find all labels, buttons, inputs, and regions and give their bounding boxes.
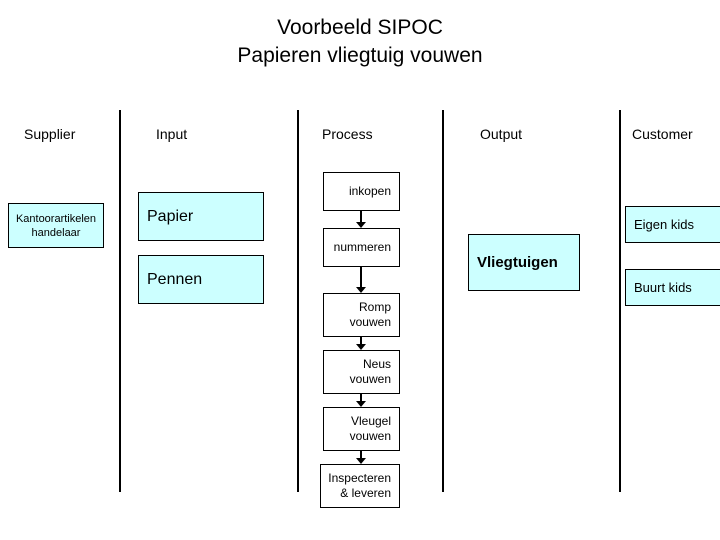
process-step-5[interactable]: Vleugel vouwen <box>323 407 400 451</box>
customer-box-eigen-kids-label: Eigen kids <box>634 216 694 232</box>
input-box-pennen[interactable]: Pennen <box>138 255 264 304</box>
column-header-output: Output <box>480 126 523 142</box>
process-step-2[interactable]: nummeren <box>323 228 400 267</box>
divider-supplier-input <box>119 110 121 492</box>
column-header-input: Input <box>156 126 188 142</box>
supplier-box-1-label: Kantoorartikelen handelaar <box>15 212 97 239</box>
process-arrow-5 <box>355 451 367 464</box>
process-step-6[interactable]: Inspecteren & leveren <box>320 464 400 508</box>
customer-box-buurt-kids-label: Buurt kids <box>634 279 692 295</box>
process-arrow-1 <box>355 211 367 228</box>
page-title-line-2: Papieren vliegtuig vouwen <box>237 44 483 67</box>
process-step-3[interactable]: Romp vouwen <box>323 293 400 337</box>
process-step-5-label: Vleugel vouwen <box>349 414 391 443</box>
process-step-2-label: nummeren <box>333 240 391 254</box>
column-header-process: Process <box>322 126 373 142</box>
input-box-pennen-label: Pennen <box>147 271 203 288</box>
process-arrow-2 <box>355 267 367 293</box>
output-box-vliegtuigen-label: Vliegtuigen <box>477 253 558 271</box>
column-header-supplier: Supplier <box>24 126 76 142</box>
input-box-papier[interactable]: Papier <box>138 192 264 241</box>
process-step-6-label: Inspecteren & leveren <box>328 471 391 500</box>
process-step-4[interactable]: Neus vouwen <box>323 350 400 394</box>
output-box-vliegtuigen[interactable]: Vliegtuigen <box>468 234 580 291</box>
supplier-box-1[interactable]: Kantoorartikelen handelaar <box>8 203 104 248</box>
divider-input-process <box>297 110 299 492</box>
divider-process-output <box>442 110 444 492</box>
process-arrow-4 <box>355 394 367 407</box>
customer-box-buurt-kids[interactable]: Buurt kids <box>625 269 720 306</box>
process-step-1-label: inkopen <box>348 184 391 198</box>
divider-output-customer <box>619 110 621 492</box>
column-header-customer: Customer <box>632 126 693 142</box>
customer-box-eigen-kids[interactable]: Eigen kids <box>625 206 720 243</box>
process-step-3-label: Romp vouwen <box>349 300 391 329</box>
input-box-papier-label: Papier <box>147 208 194 225</box>
page-title: Voorbeeld SIPOC Papieren vliegtuig vouwe… <box>0 14 720 70</box>
process-step-1[interactable]: inkopen <box>323 172 400 211</box>
process-arrow-3 <box>355 337 367 350</box>
page-title-line-1: Voorbeeld SIPOC <box>277 16 443 39</box>
process-step-4-label: Neus vouwen <box>349 357 391 386</box>
